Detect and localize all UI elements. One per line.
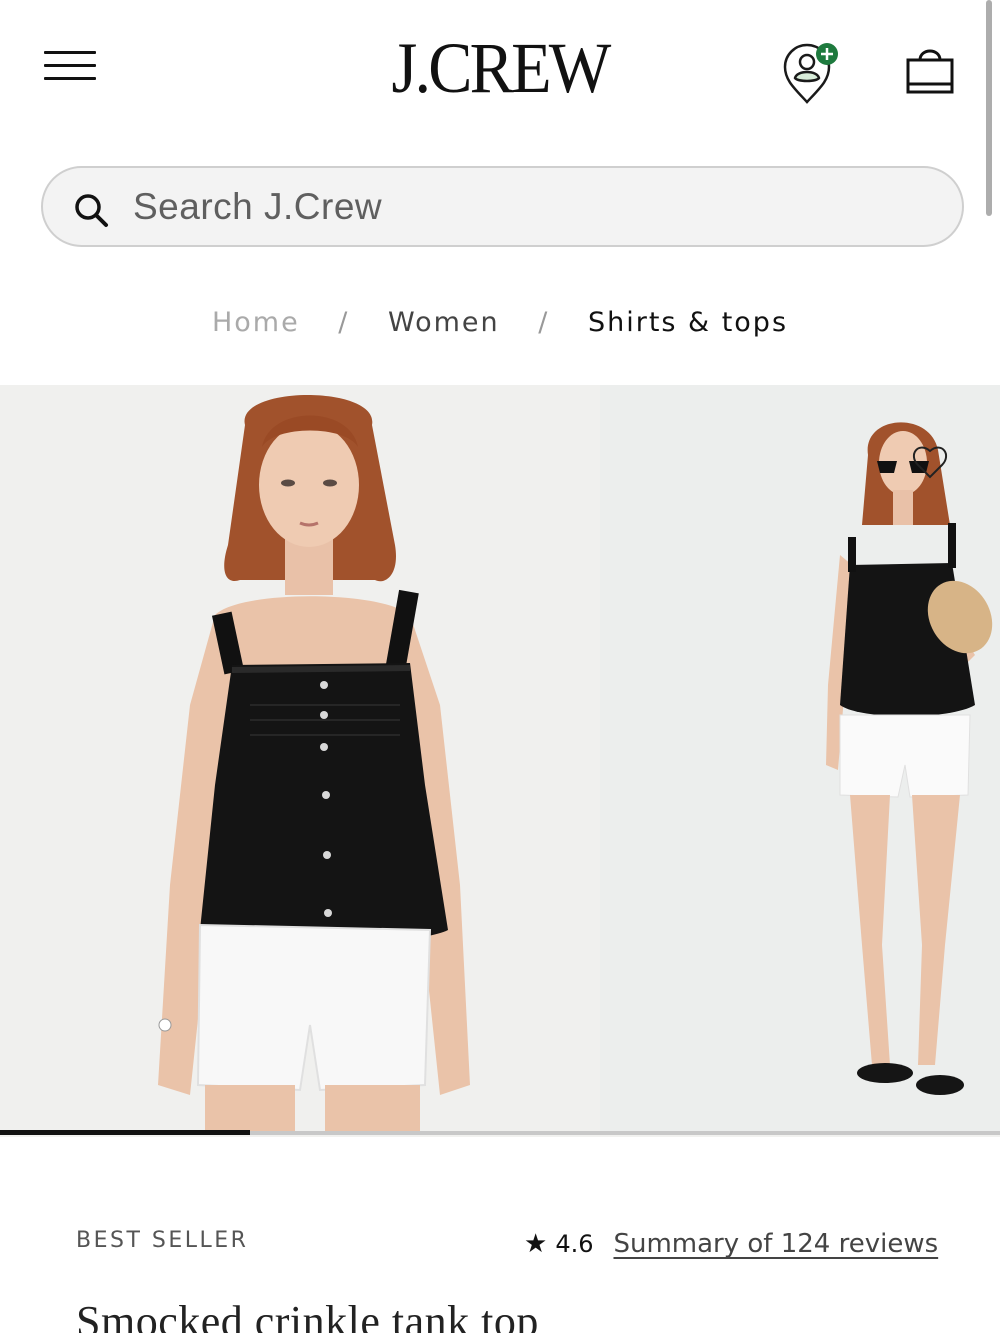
breadcrumb-separator: / xyxy=(338,307,350,338)
product-image-gallery[interactable] xyxy=(0,385,1000,1137)
star-icon: ★ xyxy=(524,1229,548,1259)
product-rating: ★ 4.6 Summary of 124 reviews xyxy=(524,1224,938,1264)
product-image-full-length[interactable] xyxy=(600,385,1000,1131)
breadcrumb-women[interactable]: Women xyxy=(388,307,500,338)
account-add-icon[interactable] xyxy=(780,40,846,104)
gallery-progress-indicator xyxy=(0,1130,250,1135)
brand-logo[interactable]: J.CREW xyxy=(0,28,1000,108)
search-bar[interactable] xyxy=(41,166,964,247)
breadcrumb: Home / Women / Shirts & tops xyxy=(0,300,1000,346)
shopping-bag-icon[interactable] xyxy=(902,44,958,96)
rating-value: 4.6 xyxy=(555,1230,594,1258)
product-image-front[interactable] xyxy=(0,385,600,1131)
breadcrumb-home[interactable]: Home xyxy=(212,307,300,338)
best-seller-badge: BEST SELLER xyxy=(76,1228,249,1253)
page-scrollbar[interactable] xyxy=(986,0,992,216)
search-input[interactable] xyxy=(133,180,893,234)
breadcrumb-current: Shirts & tops xyxy=(587,307,789,338)
search-icon xyxy=(75,194,108,227)
site-header: J.CREW xyxy=(0,0,1000,140)
breadcrumb-separator: / xyxy=(538,307,550,338)
product-title: Smocked crinkle tank top xyxy=(76,1297,539,1333)
reviews-summary-link[interactable]: Summary of 124 reviews xyxy=(613,1229,938,1259)
